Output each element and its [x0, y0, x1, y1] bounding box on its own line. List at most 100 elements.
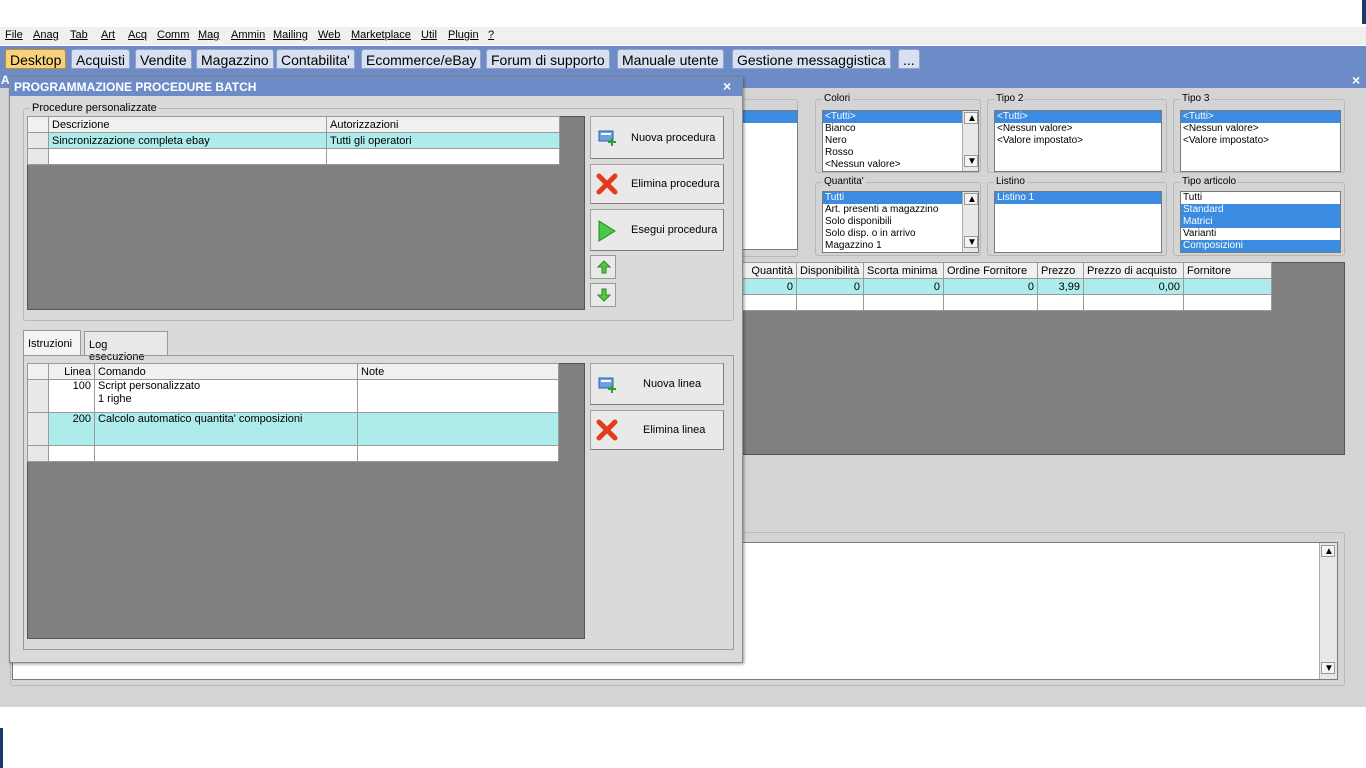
quantita-listbox[interactable]: Tutti Art. presenti a magazzino Solo dis… — [822, 191, 979, 253]
cell-autorizzazioni[interactable]: Tutti gli operatori — [326, 132, 560, 149]
list-item[interactable]: Solo disp. o in arrivo — [823, 228, 978, 240]
list-item[interactable]: <Tutti> — [1181, 111, 1340, 123]
table-row[interactable] — [27, 148, 560, 165]
cell-comando[interactable]: Calcolo automatico quantita' composizion… — [94, 412, 358, 446]
colori-scrollbar[interactable]: ▲ ▼ — [962, 111, 978, 171]
tab-ecommerce-ebay[interactable]: Ecommerce/eBay — [361, 49, 482, 69]
hidden-filter-list[interactable] — [736, 110, 798, 250]
close-icon[interactable]: × — [723, 78, 731, 94]
table-row[interactable] — [27, 445, 559, 462]
cell-disponibilita[interactable]: 0 — [796, 278, 864, 295]
close-icon[interactable]: × — [1352, 72, 1360, 88]
menu-anag[interactable]: Anag — [33, 29, 59, 41]
cell-note[interactable] — [357, 379, 559, 413]
scroll-down-icon[interactable]: ▼ — [964, 155, 978, 167]
col-header[interactable]: Fornitore — [1183, 262, 1272, 279]
menu-help[interactable]: ? — [488, 29, 494, 41]
quantita-scrollbar[interactable]: ▲ ▼ — [962, 192, 978, 252]
menu-art[interactable]: Art — [101, 29, 115, 41]
list-item[interactable]: Listino 1 — [995, 192, 1161, 204]
cell-note[interactable] — [357, 412, 559, 446]
list-item[interactable]: <Tutti> — [995, 111, 1161, 123]
tab-more[interactable]: ... — [898, 49, 920, 69]
list-item[interactable]: <Valore impostato> — [995, 135, 1161, 147]
listino-listbox[interactable]: Listino 1 — [994, 191, 1162, 253]
list-item[interactable]: <Nessun valore> — [995, 123, 1161, 135]
list-item[interactable]: Art. presenti a magazzino — [823, 204, 978, 216]
tab-manuale-utente[interactable]: Manuale utente — [617, 49, 724, 69]
tab-log-esecuzione[interactable]: Log esecuzione — [84, 331, 168, 363]
table-row[interactable]: Sincronizzazione completa ebay Tutti gli… — [27, 132, 560, 149]
delete-procedure-button[interactable]: Elimina procedura — [590, 164, 724, 204]
list-item[interactable]: <Tutti> — [823, 111, 978, 123]
tab-istruzioni[interactable]: Istruzioni — [23, 330, 81, 355]
tipo2-listbox[interactable]: <Tutti> <Nessun valore> <Valore impostat… — [994, 110, 1162, 172]
col-header[interactable]: Disponibilità — [796, 262, 864, 279]
new-procedure-button[interactable]: Nuova procedura — [590, 116, 724, 159]
list-item[interactable]: <Nessun valore> — [1181, 123, 1340, 135]
cell-linea[interactable]: 100 — [48, 379, 95, 413]
col-header[interactable]: Note — [357, 363, 559, 380]
list-item[interactable]: Matrici — [1181, 216, 1340, 228]
scroll-up-icon[interactable]: ▲ — [1321, 545, 1335, 557]
notes-scrollbar[interactable]: ▲ ▼ — [1319, 543, 1337, 679]
cell-fornitore[interactable] — [1183, 278, 1272, 295]
menu-ammin[interactable]: Ammin — [231, 29, 265, 41]
menu-web[interactable]: Web — [318, 29, 340, 41]
list-item[interactable]: <Nessun valore> — [823, 159, 978, 171]
tab-acquisti[interactable]: Acquisti — [71, 49, 131, 69]
cell-quantita[interactable]: 0 — [736, 278, 797, 295]
tab-magazzino[interactable]: Magazzino — [196, 49, 274, 69]
list-item[interactable]: Solo disponibili — [823, 216, 978, 228]
menu-plugin[interactable]: Plugin — [448, 29, 479, 41]
table-row[interactable]: 200 Calcolo automatico quantita' composi… — [27, 412, 559, 446]
menu-comm[interactable]: Comm — [157, 29, 189, 41]
col-header[interactable]: Ordine Fornitore — [943, 262, 1038, 279]
menu-mag[interactable]: Mag — [198, 29, 219, 41]
scroll-down-icon[interactable]: ▼ — [1321, 662, 1335, 674]
menu-marketplace[interactable]: Marketplace — [351, 29, 411, 41]
scroll-up-icon[interactable]: ▲ — [964, 193, 978, 205]
list-item[interactable]: Nero — [823, 135, 978, 147]
new-line-button[interactable]: Nuova linea — [590, 363, 724, 405]
cell-prezzo-acquisto[interactable]: 0,00 — [1083, 278, 1184, 295]
table-row[interactable]: 100 Script personalizzato 1 righe — [27, 379, 559, 413]
col-header[interactable]: Descrizione — [48, 116, 327, 133]
col-header[interactable]: Autorizzazioni — [326, 116, 560, 133]
list-item[interactable]: Tutti — [823, 192, 978, 204]
list-item[interactable]: Varianti — [1181, 228, 1340, 240]
move-down-button[interactable] — [590, 283, 616, 307]
col-header[interactable]: Linea — [48, 363, 95, 380]
scroll-down-icon[interactable]: ▼ — [964, 236, 978, 248]
tab-contabilita[interactable]: Contabilita' — [276, 49, 355, 69]
tab-vendite[interactable]: Vendite — [135, 49, 192, 69]
colori-listbox[interactable]: <Tutti> Bianco Nero Rosso <Nessun valore… — [822, 110, 979, 172]
list-item[interactable]: Magazzino 1 — [823, 240, 978, 252]
list-item[interactable]: Composizioni — [1181, 240, 1340, 252]
menu-mailing[interactable]: Mailing — [273, 29, 308, 41]
cell-linea[interactable]: 200 — [48, 412, 95, 446]
delete-line-button[interactable]: Elimina linea — [590, 410, 724, 450]
col-header[interactable]: Comando — [94, 363, 358, 380]
cell-prezzo[interactable]: 3,99 — [1037, 278, 1084, 295]
col-header[interactable]: Prezzo di acquisto — [1083, 262, 1184, 279]
list-item[interactable]: Standard — [1181, 204, 1340, 216]
tab-desktop[interactable]: Desktop — [5, 49, 67, 69]
tipo3-listbox[interactable]: <Tutti> <Nessun valore> <Valore impostat… — [1180, 110, 1341, 172]
list-item[interactable]: Rosso — [823, 147, 978, 159]
menu-file[interactable]: File — [5, 29, 23, 41]
table-row[interactable]: 0 0 0 0 3,99 0,00 — [736, 278, 1272, 295]
cell-comando[interactable]: Script personalizzato 1 righe — [94, 379, 358, 413]
col-header[interactable]: Quantità — [736, 262, 797, 279]
menu-util[interactable]: Util — [421, 29, 437, 41]
move-up-button[interactable] — [590, 255, 616, 279]
tipo-articolo-listbox[interactable]: Tutti Standard Matrici Varianti Composiz… — [1180, 191, 1341, 253]
cell-scorta-minima[interactable]: 0 — [863, 278, 944, 295]
run-procedure-button[interactable]: Esegui procedura — [590, 209, 724, 251]
col-header[interactable]: Scorta minima — [863, 262, 944, 279]
list-item[interactable]: Bianco — [823, 123, 978, 135]
menu-tab[interactable]: Tab — [70, 29, 88, 41]
table-row[interactable] — [736, 294, 1272, 311]
cell-ordine-fornitore[interactable]: 0 — [943, 278, 1038, 295]
scroll-up-icon[interactable]: ▲ — [964, 112, 978, 124]
